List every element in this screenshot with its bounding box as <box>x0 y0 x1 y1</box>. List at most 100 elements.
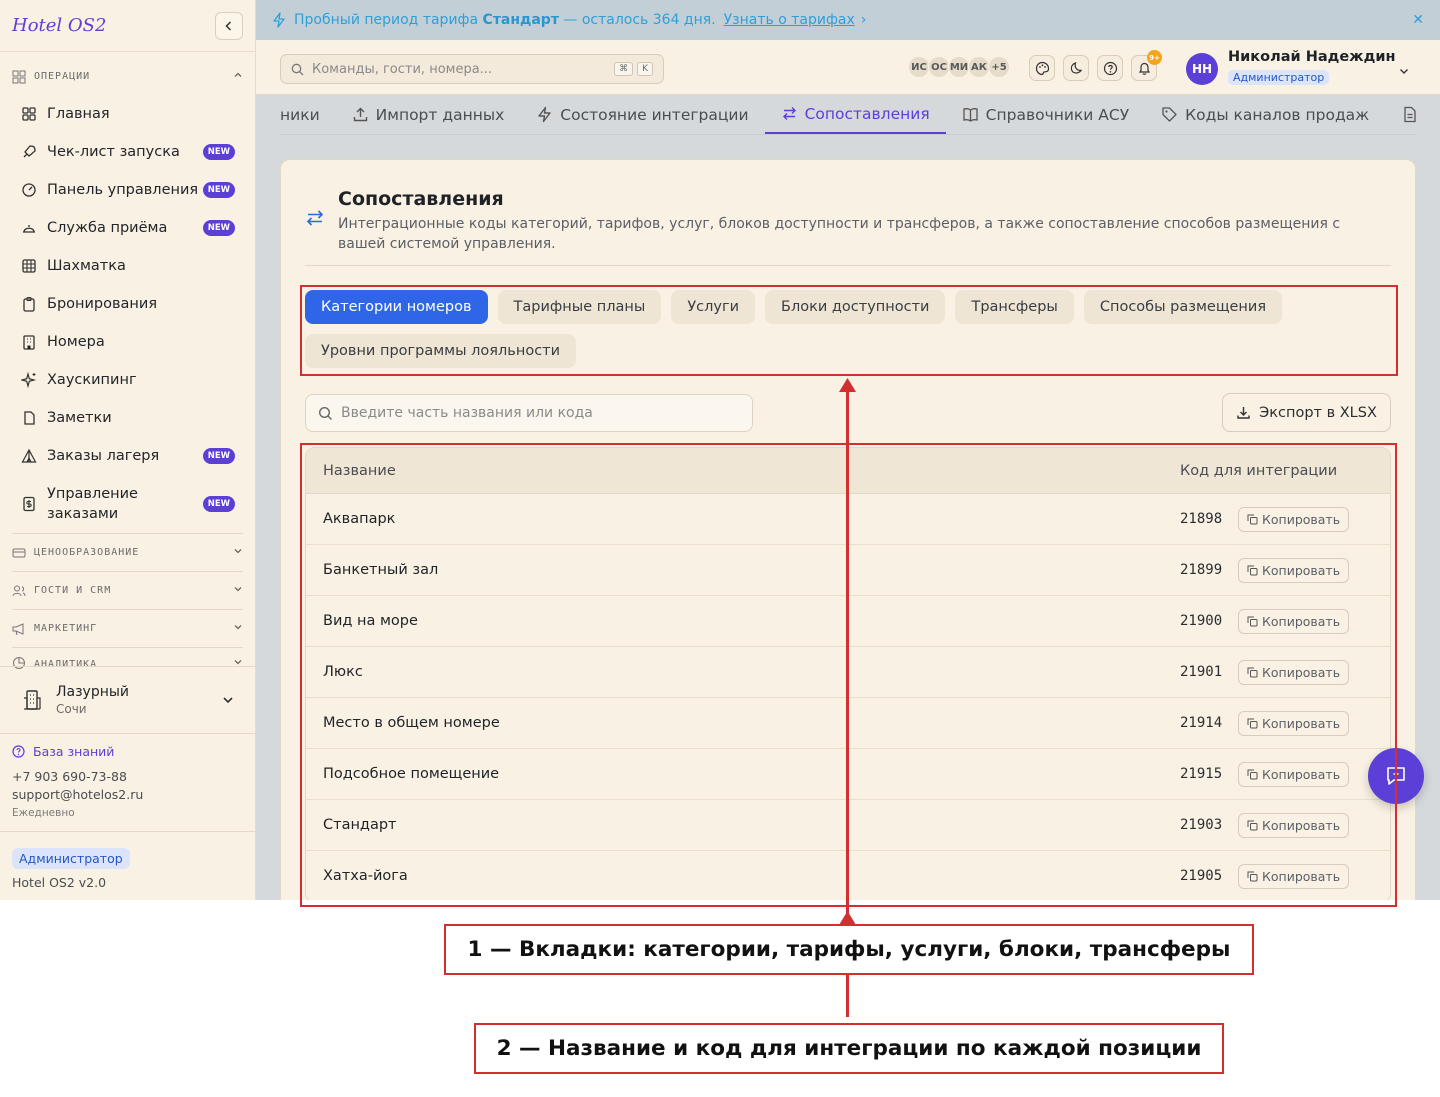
column-header-code[interactable]: Код для интеграции <box>1180 463 1390 479</box>
avatar: ОС <box>928 56 950 78</box>
sidebar-item-camp-orders[interactable]: Заказы лагеря NEW <box>0 437 255 475</box>
knowledge-base-link[interactable]: База знаний <box>12 744 143 759</box>
avatar: ИС <box>908 56 930 78</box>
tab-label: Импорт данных <box>375 105 505 124</box>
sidebar-item-label: Заказы лагеря <box>47 448 160 464</box>
command-search[interactable]: Команды, гости, номера... ⌘ K <box>280 54 664 84</box>
sidebar-item-housekeeping[interactable]: Хаускипинг <box>0 361 255 399</box>
support-phone[interactable]: +7 903 690-73-88 <box>12 769 143 787</box>
kbd-k: K <box>637 62 653 76</box>
sidebar: Hotel OS2 ОПЕРАЦИИ Главная Чек-лист запу… <box>0 0 256 900</box>
close-icon[interactable]: ✕ <box>1412 12 1424 28</box>
help-circle-icon <box>1103 61 1117 75</box>
user-avatar[interactable]: НН <box>1186 53 1218 85</box>
brand-logo[interactable]: Hotel OS2 <box>12 15 106 36</box>
tag-icon <box>1161 106 1178 123</box>
search-input[interactable] <box>341 405 721 421</box>
row-name: Банкетный зал <box>323 562 439 578</box>
top-bar: Команды, гости, номера... ⌘ K ИС ОС МИ АК… <box>256 40 1440 95</box>
banner-suffix: — осталось 364 дня. <box>558 12 716 28</box>
integration-code: 21905 <box>1180 868 1223 884</box>
hotel-info: Лазурный Сочи <box>56 684 129 716</box>
brand-row: Hotel OS2 <box>0 0 255 52</box>
table-grid-icon <box>20 257 38 275</box>
grid-icon <box>20 105 38 123</box>
sidebar-item-rooms[interactable]: Номера <box>0 323 255 361</box>
section-pricing[interactable]: ЦЕНООБРАЗОВАНИЕ <box>0 534 255 571</box>
tab-room-categories[interactable]: Категории номеров <box>305 290 488 324</box>
tab-accommodation-types[interactable]: Способы размещения <box>1083 290 1283 324</box>
copy-button[interactable]: Копировать <box>1238 812 1350 838</box>
help-button[interactable] <box>1097 55 1123 81</box>
user-name[interactable]: Николай Надеждин <box>1228 49 1396 65</box>
sidebar-item-bookings[interactable]: Бронирования <box>0 285 255 323</box>
new-badge: NEW <box>202 448 235 464</box>
sidebar-item-notes[interactable]: Заметки <box>0 399 255 437</box>
sidebar-item-order-management[interactable]: Управление заказами NEW <box>0 475 255 533</box>
tab-transfers[interactable]: Трансферы <box>955 290 1074 324</box>
hotel-city: Сочи <box>56 702 87 716</box>
sidebar-item-launch-checklist[interactable]: Чек-лист запуска NEW <box>0 133 255 171</box>
banner-plan: Стандарт <box>482 12 559 28</box>
chat-button[interactable] <box>1368 748 1424 804</box>
integration-code: 21899 <box>1180 562 1223 578</box>
theme-toggle-button[interactable] <box>1063 55 1089 81</box>
palette-button[interactable] <box>1029 55 1055 81</box>
tab-sales-channel-codes[interactable]: Коды каналов продаж <box>1145 95 1385 134</box>
row-code-cell: 21901 Копировать <box>1180 659 1390 685</box>
megaphone-icon <box>12 622 26 636</box>
section-marketing[interactable]: МАРКЕТИНГ <box>0 610 255 647</box>
tab-loyalty-levels[interactable]: Уровни программы лояльности <box>305 334 577 368</box>
file-icon <box>20 409 38 427</box>
sidebar-item-home[interactable]: Главная <box>0 95 255 133</box>
settings-tabs: ники Импорт данных Состояние интеграции … <box>280 95 1416 135</box>
column-header-name[interactable]: Название <box>306 463 1180 479</box>
tab-more[interactable] <box>1385 95 1416 134</box>
tab-references[interactable]: ники <box>280 95 336 134</box>
copy-icon <box>1247 871 1258 882</box>
banner-prefix: Пробный период тарифа <box>294 12 483 28</box>
sidebar-item-dashboard[interactable]: Панель управления NEW <box>0 171 255 209</box>
upload-icon <box>352 106 369 123</box>
copy-label: Копировать <box>1262 664 1341 680</box>
online-users[interactable]: ИС ОС МИ АК +5 <box>908 56 1010 78</box>
chevron-down-icon[interactable] <box>1398 62 1410 81</box>
grid-icon <box>12 70 26 84</box>
new-badge: NEW <box>202 496 235 512</box>
pricing-link[interactable]: Узнать о тарифах <box>724 12 855 28</box>
row-code-cell: 21915 Копировать <box>1180 761 1390 787</box>
sidebar-item-front-desk[interactable]: Служба приёма NEW <box>0 209 255 247</box>
copy-button[interactable]: Копировать <box>1238 710 1350 736</box>
tab-availability-blocks[interactable]: Блоки доступности <box>765 290 946 324</box>
row-name: Вид на море <box>323 613 418 629</box>
tab-integration-status[interactable]: Состояние интеграции <box>520 95 764 134</box>
tab-rate-plans[interactable]: Тарифные планы <box>497 290 662 324</box>
chevron-left-icon <box>225 20 232 31</box>
export-xlsx-button[interactable]: Экспорт в XLSX <box>1222 393 1391 432</box>
hotel-switcher[interactable]: Лазурный Сочи <box>0 666 256 734</box>
tab-mappings[interactable]: Сопоставления <box>764 95 946 134</box>
copy-button[interactable]: Копировать <box>1238 608 1350 634</box>
tab-asu-directories[interactable]: Справочники АСУ <box>946 95 1146 134</box>
copy-button[interactable]: Копировать <box>1238 659 1350 685</box>
collapse-sidebar-button[interactable] <box>215 11 243 40</box>
copy-button[interactable]: Копировать <box>1238 761 1350 787</box>
copy-button[interactable]: Копировать <box>1238 506 1350 532</box>
sidebar-item-chessboard[interactable]: Шахматка <box>0 247 255 285</box>
bell-desk-icon <box>20 219 38 237</box>
dollar-doc-icon <box>20 495 38 513</box>
notifications-button[interactable]: 9+ <box>1131 50 1162 81</box>
tab-data-import[interactable]: Импорт данных <box>336 95 521 134</box>
avatar-more: +5 <box>988 56 1010 78</box>
section-guests-crm[interactable]: ГОСТИ И CRM <box>0 572 255 609</box>
copy-button[interactable]: Копировать <box>1238 863 1350 889</box>
user-role: Администратор <box>1228 70 1330 85</box>
integration-code: 21903 <box>1180 817 1223 833</box>
arrow-up-icon <box>839 378 856 392</box>
section-operations[interactable]: ОПЕРАЦИИ <box>0 58 255 95</box>
copy-icon <box>1247 667 1258 678</box>
tab-services[interactable]: Услуги <box>671 290 756 324</box>
hotel-name: Лазурный <box>56 684 130 700</box>
support-email[interactable]: support@hotelos2.ru <box>12 787 143 805</box>
copy-button[interactable]: Копировать <box>1238 557 1350 583</box>
